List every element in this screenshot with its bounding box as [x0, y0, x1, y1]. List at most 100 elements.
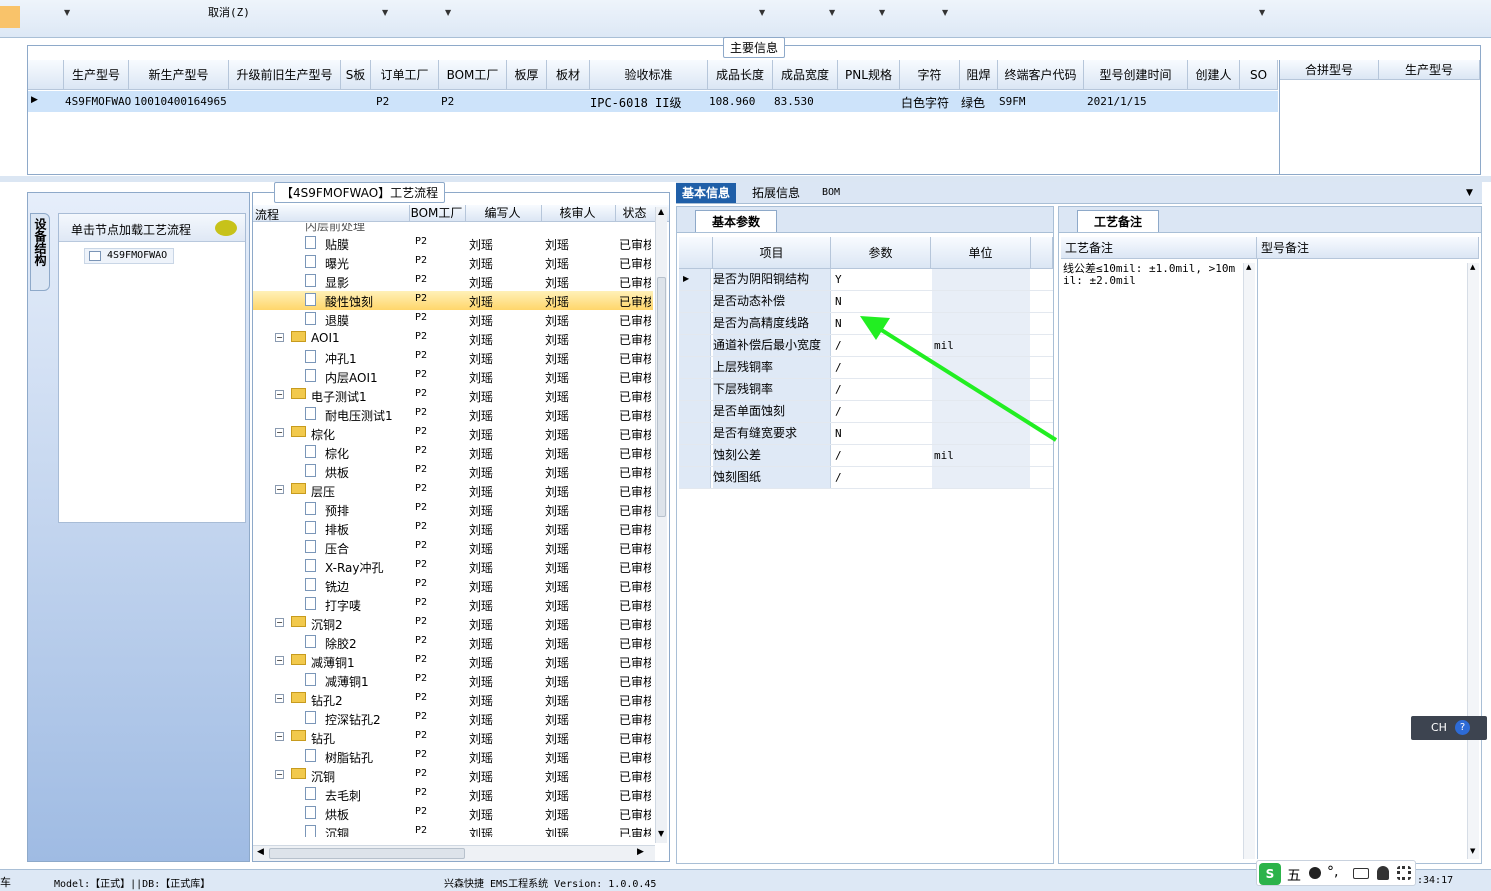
- flow-row[interactable]: 耐电压测试1 P2 刘瑶 刘瑶 已审核: [253, 405, 653, 424]
- moon-icon[interactable]: [1309, 867, 1321, 879]
- col-header[interactable]: 板材: [547, 60, 590, 90]
- table-row[interactable]: ▶ 4S9FMOFWAO 10010400164965 P2 P2 IPC-60…: [28, 91, 1278, 112]
- col-header[interactable]: 生产型号: [64, 60, 129, 90]
- row-selector[interactable]: ▶: [679, 269, 711, 290]
- flow-row[interactable]: − 钻孔2 P2 刘瑶 刘瑶 已审核: [253, 690, 653, 709]
- flow-row[interactable]: 棕化 P2 刘瑶 刘瑶 已审核: [253, 443, 653, 462]
- flow-row[interactable]: 排板 P2 刘瑶 刘瑶 已审核: [253, 519, 653, 538]
- flow-row[interactable]: − 减薄铜1 P2 刘瑶 刘瑶 已审核: [253, 652, 653, 671]
- collapse-toggle-icon[interactable]: −: [275, 656, 284, 665]
- flow-row[interactable]: 除胶2 P2 刘瑶 刘瑶 已审核: [253, 633, 653, 652]
- flow-row[interactable]: 烘板 P2 刘瑶 刘瑶 已审核: [253, 804, 653, 823]
- col-header[interactable]: 阻焊: [960, 60, 998, 90]
- col-header[interactable]: 升级前旧生产型号: [229, 60, 341, 90]
- col-header[interactable]: 单位: [931, 237, 1031, 269]
- collapse-toggle-icon[interactable]: −: [275, 732, 284, 741]
- vertical-tab-equipment[interactable]: 设备结构: [30, 213, 50, 291]
- flow-row[interactable]: 减薄铜1 P2 刘瑶 刘瑶 已审核: [253, 671, 653, 690]
- col-header[interactable]: 新生产型号: [129, 60, 229, 90]
- flow-row[interactable]: 沉铜 P2 刘瑶 刘瑶 已审核: [253, 823, 653, 837]
- col-header[interactable]: 字符: [900, 60, 960, 90]
- help-icon[interactable]: ?: [1455, 720, 1470, 735]
- ime-widget[interactable]: CH ?: [1411, 716, 1487, 740]
- col-header[interactable]: 创建人: [1188, 60, 1240, 90]
- col-header[interactable]: 生产型号: [1379, 60, 1480, 80]
- flow-row[interactable]: X-Ray冲孔 P2 刘瑶 刘瑶 已审核: [253, 557, 653, 576]
- row-selector[interactable]: [679, 445, 711, 466]
- flow-row-partial[interactable]: 内层前处理: [253, 223, 653, 234]
- row-selector[interactable]: [679, 467, 711, 488]
- flow-row[interactable]: − 层压 P2 刘瑶 刘瑶 已审核: [253, 481, 653, 500]
- flow-row[interactable]: 内层AOI1 P2 刘瑶 刘瑶 已审核: [253, 367, 653, 386]
- scroll-left-icon[interactable]: ◀: [257, 847, 264, 857]
- row-selector[interactable]: [679, 379, 711, 400]
- col-header[interactable]: 参数: [831, 237, 931, 269]
- col-header[interactable]: 订单工厂: [371, 60, 439, 90]
- param-value[interactable]: /: [833, 467, 931, 488]
- col-header[interactable]: 项目: [713, 237, 831, 269]
- col-header[interactable]: 流程: [255, 206, 279, 223]
- row-selector[interactable]: [679, 335, 711, 356]
- collapse-toggle-icon[interactable]: −: [275, 694, 284, 703]
- model-note-scrollbar[interactable]: ▲ ▼: [1467, 263, 1479, 859]
- col-header[interactable]: 验收标准: [590, 60, 708, 90]
- dropdown-arrow-icon[interactable]: ▼: [759, 8, 765, 17]
- flow-row[interactable]: 退膜 P2 刘瑶 刘瑶 已审核: [253, 310, 653, 329]
- col-header[interactable]: 成品长度: [708, 60, 773, 90]
- flow-row[interactable]: 贴膜 P2 刘瑶 刘瑶 已审核: [253, 234, 653, 253]
- collapse-toggle-icon[interactable]: −: [275, 485, 284, 494]
- col-header[interactable]: 核审人: [541, 205, 613, 222]
- ime-mode[interactable]: 五: [1287, 865, 1301, 885]
- flow-row[interactable]: − AOI1 P2 刘瑶 刘瑶 已审核: [253, 329, 653, 348]
- col-header[interactable]: BOM工厂: [439, 60, 507, 90]
- param-row[interactable]: 蚀刻图纸 /: [679, 467, 1053, 489]
- tab-menu-arrow-icon[interactable]: ▼: [1466, 188, 1473, 198]
- row-selector[interactable]: [679, 291, 711, 312]
- collapse-toggle-icon[interactable]: −: [275, 770, 284, 779]
- tab-bom[interactable]: BOM: [816, 183, 846, 203]
- col-header[interactable]: 终端客户代码: [998, 60, 1084, 90]
- scroll-right-icon[interactable]: ▶: [637, 847, 644, 857]
- col-header[interactable]: 成品宽度: [773, 60, 838, 90]
- flow-row[interactable]: 铣边 P2 刘瑶 刘瑶 已审核: [253, 576, 653, 595]
- flow-row[interactable]: 控深钻孔2 P2 刘瑶 刘瑶 已审核: [253, 709, 653, 728]
- col-header[interactable]: BOM工厂: [409, 205, 463, 222]
- flow-row[interactable]: 打字唛 P2 刘瑶 刘瑶 已审核: [253, 595, 653, 614]
- tab-basic-info[interactable]: 基本信息: [676, 183, 737, 203]
- process-note-text[interactable]: 线公差≤10mil: ±1.0mil, >10mil: ±2.0mil: [1063, 263, 1239, 287]
- scroll-up-icon[interactable]: ▲: [1246, 263, 1251, 271]
- col-header[interactable]: S板: [341, 60, 371, 90]
- col-header[interactable]: 工艺备注: [1061, 237, 1257, 259]
- scroll-down-icon[interactable]: ▼: [1470, 847, 1475, 855]
- collapse-toggle-icon[interactable]: −: [275, 618, 284, 627]
- dropdown-arrow-icon[interactable]: ▼: [829, 8, 835, 17]
- scroll-up-icon[interactable]: ▲: [658, 207, 664, 216]
- dropdown-arrow-icon[interactable]: ▼: [445, 8, 451, 17]
- flow-row[interactable]: 曝光 P2 刘瑶 刘瑶 已审核: [253, 253, 653, 272]
- scroll-thumb[interactable]: [269, 848, 465, 859]
- dropdown-arrow-icon[interactable]: ▼: [942, 8, 948, 17]
- row-selector[interactable]: [679, 423, 711, 444]
- cancel-button[interactable]: 取消(Z): [208, 4, 250, 20]
- flow-row[interactable]: 显影 P2 刘瑶 刘瑶 已审核: [253, 272, 653, 291]
- row-selector[interactable]: [679, 313, 711, 334]
- dropdown-arrow-icon[interactable]: ▼: [879, 8, 885, 17]
- dropdown-arrow-icon[interactable]: ▼: [64, 8, 70, 17]
- punctuation-icon[interactable]: °,: [1327, 864, 1338, 880]
- scroll-down-icon[interactable]: ▼: [658, 829, 664, 838]
- process-notes-title[interactable]: 工艺备注: [1077, 210, 1159, 232]
- flow-row[interactable]: − 钻孔 P2 刘瑶 刘瑶 已审核: [253, 728, 653, 747]
- flow-row[interactable]: 烘板 P2 刘瑶 刘瑶 已审核: [253, 462, 653, 481]
- col-header[interactable]: 合拼型号: [1280, 60, 1379, 80]
- keyboard-icon[interactable]: [1353, 868, 1369, 879]
- flow-hscrollbar[interactable]: ◀ ▶: [253, 845, 655, 861]
- flow-row[interactable]: − 棕化 P2 刘瑶 刘瑶 已审核: [253, 424, 653, 443]
- basic-params-title[interactable]: 基本参数: [695, 210, 777, 232]
- col-header[interactable]: 编写人: [465, 205, 539, 222]
- collapse-toggle-icon[interactable]: −: [275, 333, 284, 342]
- col-header[interactable]: 板厚: [507, 60, 547, 90]
- param-value[interactable]: Y: [833, 269, 931, 290]
- tree-node[interactable]: 4S9FMOFWAO: [84, 248, 174, 264]
- col-header[interactable]: 型号创建时间: [1084, 60, 1188, 90]
- note-scrollbar[interactable]: ▲: [1243, 263, 1255, 859]
